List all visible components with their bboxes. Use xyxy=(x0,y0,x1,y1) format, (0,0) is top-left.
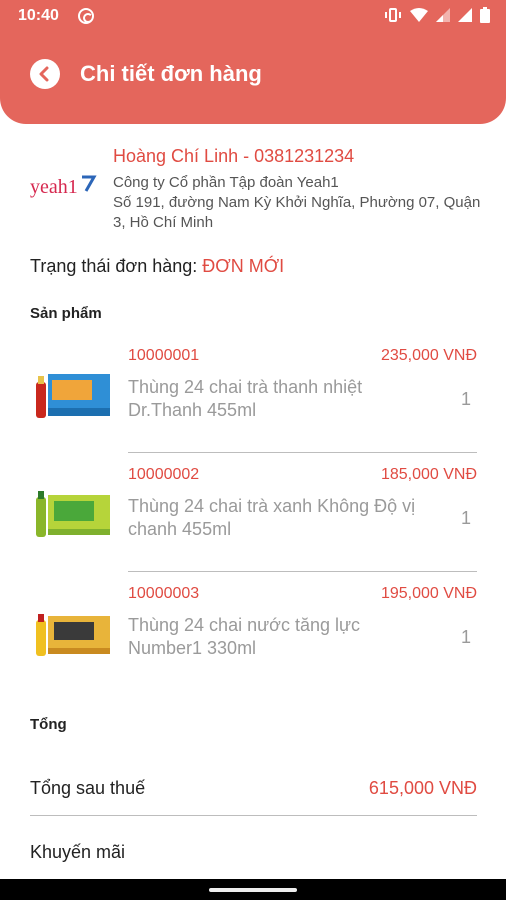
product-image xyxy=(36,374,110,418)
product-image xyxy=(36,491,110,537)
total-after-tax-value: 615,000 VNĐ xyxy=(368,778,477,798)
navigation-bar xyxy=(0,879,506,900)
order-status-value: ĐƠN MỚI xyxy=(202,256,285,276)
product-code: 10000002 xyxy=(128,466,200,483)
back-button[interactable] xyxy=(30,59,60,89)
product-price: 195,000 VNĐ xyxy=(380,585,477,602)
product-item[interactable]: 10000003 195,000 VNĐ Thùng 24 chai nước … xyxy=(30,572,477,691)
product-quantity: 1 xyxy=(460,389,471,409)
company-logo: yeah1 xyxy=(30,171,100,203)
total-after-tax-label: Tổng sau thuế xyxy=(30,778,146,798)
product-name: Thùng 24 chai nước tăng lực Number1 330m… xyxy=(128,615,361,658)
product-item[interactable]: 10000002 185,000 VNĐ Thùng 24 chai trà x… xyxy=(30,453,477,572)
system-icons xyxy=(384,7,490,23)
customer-address: Số 191, đường Nam Kỳ Khởi Nghĩa, Phường … xyxy=(113,194,481,231)
totals-section-label: Tổng xyxy=(30,716,67,733)
customer-name-phone: Hoàng Chí Linh - 0381231234 xyxy=(113,146,355,166)
product-code: 10000003 xyxy=(128,585,200,602)
wifi-icon xyxy=(410,8,428,22)
customer-company: Công ty Cổ phần Tập đoàn Yeah1 xyxy=(113,174,339,191)
divider xyxy=(30,815,477,816)
product-price: 235,000 VNĐ xyxy=(380,347,477,364)
customer-info: yeah1 Hoàng Chí Linh - 0381231234 Công t… xyxy=(30,143,490,243)
notification-icon xyxy=(78,8,94,24)
total-after-tax-row: Tổng sau thuế 615,000 VNĐ xyxy=(30,764,477,816)
product-image xyxy=(36,614,110,656)
status-time: 10:40 xyxy=(18,7,59,24)
promotion-label: Khuyến mãi xyxy=(30,842,126,862)
promotion-row: Khuyến mãi xyxy=(30,828,477,880)
svg-text:yeah1: yeah1 xyxy=(30,176,78,198)
status-bar: 10:40 xyxy=(0,0,506,32)
signal-icon xyxy=(458,8,472,22)
battery-icon xyxy=(480,7,490,23)
product-name: Thùng 24 chai trà xanh Không Độ vị chanh… xyxy=(128,496,416,539)
product-item[interactable]: 10000001 235,000 VNĐ Thùng 24 chai trà t… xyxy=(30,334,477,453)
order-status-label: Trạng thái đơn hàng: xyxy=(30,256,198,276)
product-quantity: 1 xyxy=(460,627,471,647)
product-code: 10000001 xyxy=(128,347,200,364)
vibrate-icon xyxy=(385,8,401,22)
products-section-label: Sản phẩm xyxy=(30,305,102,322)
chevron-left-icon xyxy=(39,66,49,82)
product-quantity: 1 xyxy=(460,508,471,528)
home-handle[interactable] xyxy=(209,888,297,892)
order-status: Trạng thái đơn hàng: ĐƠN MỚI xyxy=(30,256,284,277)
page-title: Chi tiết đơn hàng xyxy=(80,61,262,86)
app-header: 10:40 Chi tiết đơn hàng xyxy=(0,0,506,124)
product-price: 185,000 VNĐ xyxy=(380,466,477,483)
product-name: Thùng 24 chai trà thanh nhiệt Dr.Thanh 4… xyxy=(128,377,363,420)
signal-weak-icon xyxy=(436,8,450,22)
